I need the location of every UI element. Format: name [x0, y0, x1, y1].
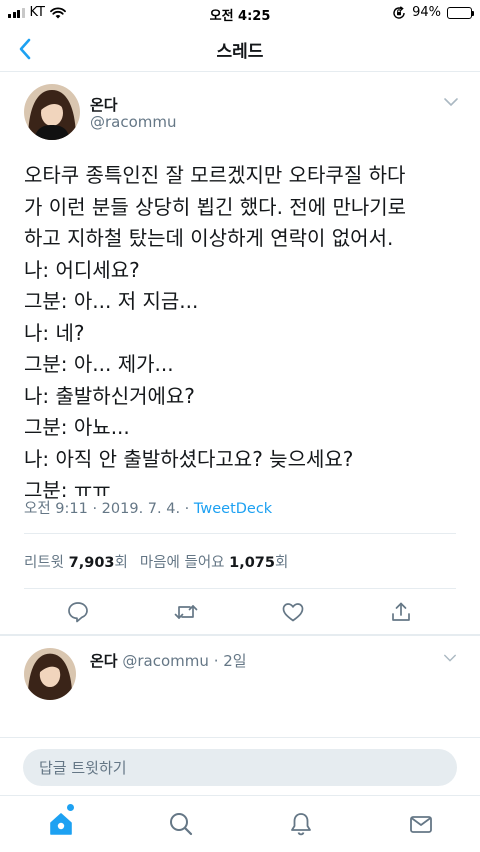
tab-messages[interactable] — [406, 809, 436, 839]
new-content-dot — [67, 804, 74, 811]
search-icon — [170, 813, 193, 836]
chevron-down-icon — [444, 654, 456, 662]
tweet-menu-button[interactable] — [440, 94, 462, 110]
retweets-stat[interactable]: 리트윗 7,903회 — [24, 555, 128, 571]
retweets-label: 리트윗 — [24, 555, 65, 571]
tweet-line: 하고 지하철 탔는데 이상하게 연락이 없어서. — [24, 226, 394, 250]
reply-button[interactable] — [64, 598, 92, 626]
rotation-lock-icon — [393, 5, 405, 19]
tweet-line: 그분: 아... 제가... — [24, 352, 174, 376]
author-name[interactable]: 온다 — [90, 94, 118, 115]
bell-icon — [291, 813, 311, 836]
likes-unit: 회 — [275, 555, 289, 571]
thread-separator — [0, 634, 480, 636]
nav-bar: 스레드 — [0, 26, 480, 72]
status-right: 94% — [392, 5, 474, 20]
tweet-line: 가 이런 분들 상당히 뵙긴 했다. 전에 만나기로 — [24, 194, 407, 219]
divider — [24, 533, 456, 534]
reply-age: · 2일 — [213, 652, 247, 670]
tweet-line: 그분: 아뇨... — [24, 415, 130, 439]
reply-input[interactable]: 답글 트윗하기 — [23, 749, 457, 786]
retweet-button[interactable] — [172, 598, 200, 626]
tweet-line: 나: 출발하신거에요? — [24, 383, 195, 408]
avatar[interactable] — [24, 648, 76, 700]
tweet-line: 그분: 아... 저 지금... — [24, 289, 199, 313]
reply-author-name[interactable]: 온다 — [90, 652, 118, 670]
share-button[interactable] — [387, 598, 415, 626]
likes-stat[interactable]: 마음에 들어요 1,075회 — [140, 555, 288, 571]
tweet-source-link[interactable]: TweetDeck — [194, 501, 272, 517]
divider — [24, 588, 456, 589]
tab-search[interactable] — [166, 809, 196, 839]
page-title: 스레드 — [216, 42, 264, 62]
likes-count: 1,075 — [229, 555, 275, 571]
tweet-line: 나: 어디세요? — [24, 257, 140, 282]
battery-percent: 94% — [412, 5, 441, 20]
reply-composer: 답글 트윗하기 — [0, 737, 480, 795]
tweet-line: 오타쿠 종특인진 잘 모르겠지만 오타쿠질 하다 — [24, 163, 406, 187]
tweet-line: 나: 아직 안 출발하셨다고요? 늦으세요? — [24, 446, 354, 471]
retweet-icon — [174, 605, 198, 619]
share-icon — [392, 602, 410, 621]
heart-icon — [282, 603, 304, 622]
retweets-count: 7,903 — [68, 555, 115, 571]
tab-bar — [0, 795, 480, 852]
reply-header: 온다 @racommu · 2일 — [90, 650, 247, 671]
comment-icon — [68, 602, 88, 623]
chevron-down-icon — [444, 98, 458, 107]
mail-icon — [410, 816, 432, 833]
battery-icon — [447, 6, 474, 19]
tab-notifications[interactable] — [286, 809, 316, 839]
reply-tweet-preview[interactable]: 온다 @racommu · 2일 — [0, 640, 480, 740]
like-button[interactable] — [279, 598, 307, 626]
tweet-text: 오타쿠 종특인진 잘 모르겠지만 오타쿠질 하다 가 이런 분들 상당히 뵙긴 … — [24, 160, 469, 507]
tweet-line: 나: 네? — [24, 320, 85, 345]
retweets-unit: 회 — [114, 555, 128, 571]
tweet-actions — [0, 596, 480, 628]
likes-label: 마음에 들어요 — [139, 555, 225, 571]
tab-home[interactable] — [46, 809, 76, 839]
status-bar: KT 오전 4:25 94% — [0, 0, 480, 26]
home-icon — [50, 813, 72, 835]
author-handle[interactable]: @racommu — [90, 113, 177, 131]
reply-author-handle[interactable]: @racommu — [122, 652, 209, 670]
avatar[interactable] — [24, 84, 80, 140]
tweet-timestamp: 오전 9:11 · 2019. 7. 4. · — [24, 501, 194, 517]
tweet-meta: 오전 9:11 · 2019. 7. 4. · TweetDeck — [24, 497, 272, 518]
reply-menu-button[interactable] — [440, 650, 460, 664]
tweet-stats: 리트윗 7,903회 마음에 들어요 1,075회 — [24, 551, 288, 572]
